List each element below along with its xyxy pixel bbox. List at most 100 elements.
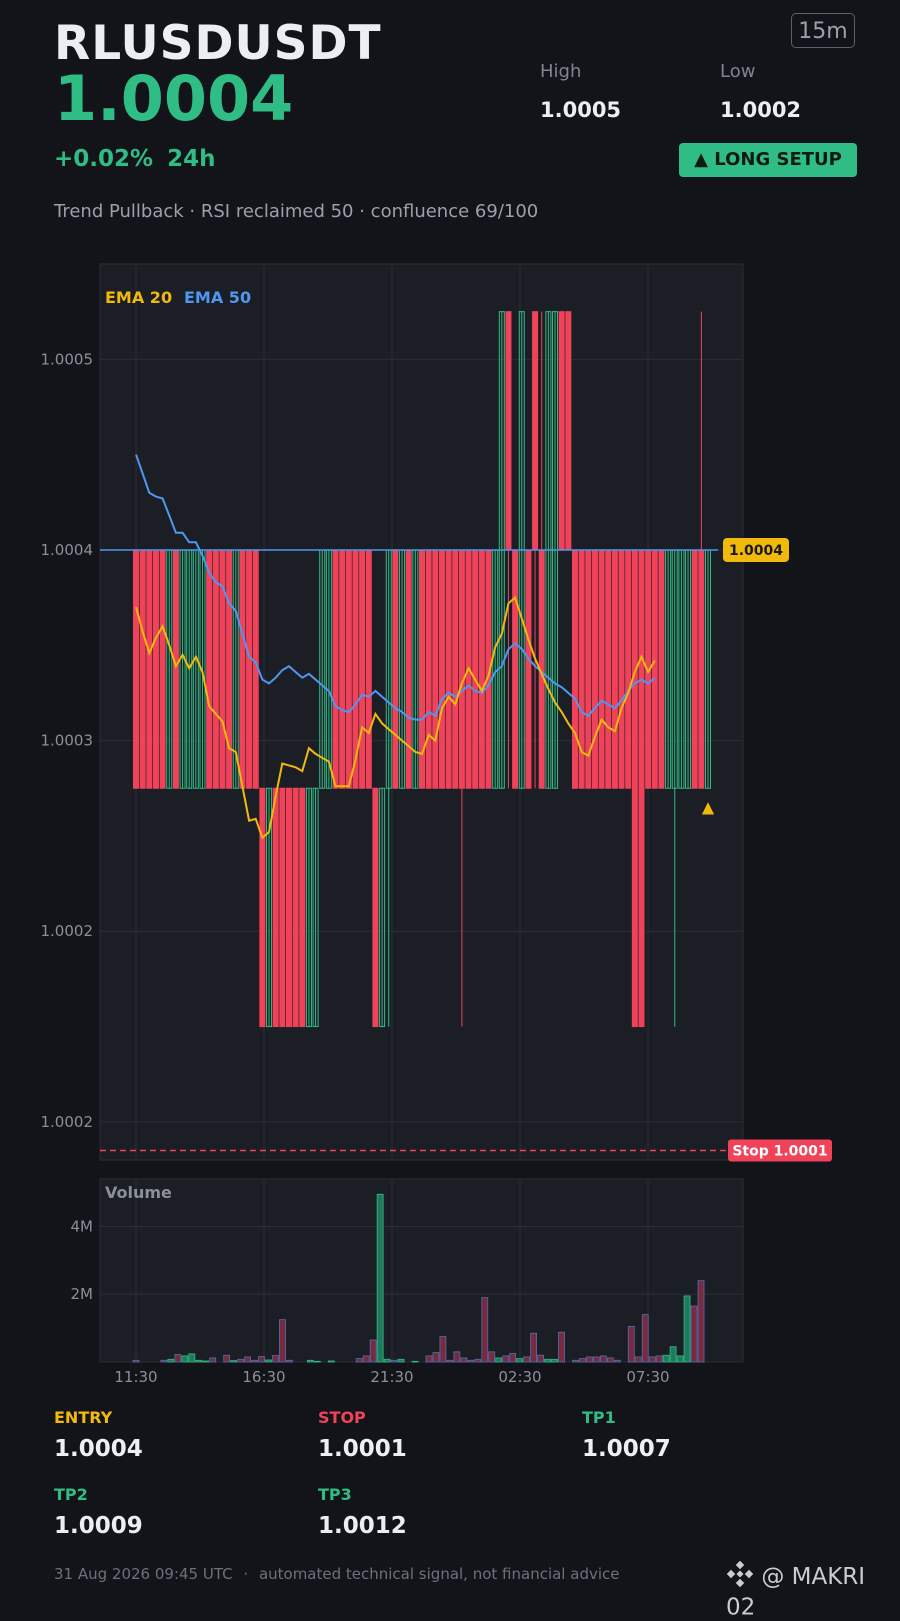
volume-bar [627,1326,635,1363]
footer-note: 31 Aug 2026 09:45 UTC · automated techni… [54,1565,619,1583]
volume-bar [460,1357,468,1363]
candle-down [246,549,253,789]
volume-bar [411,1360,419,1363]
volume-bar [613,1359,621,1363]
candle-down [631,549,638,1028]
volume-bar [188,1353,196,1363]
candle-down [472,549,479,789]
volume-bar [509,1353,517,1363]
volume-bar [397,1358,405,1363]
volume-bar [655,1355,663,1363]
volume-bar [690,1305,698,1363]
volume-bar [453,1351,461,1363]
volume-bar [376,1193,384,1363]
volume-bar [181,1355,189,1363]
volume-bar [209,1357,217,1363]
price-tick-label: 1.0003 [41,732,94,750]
volume-bar [369,1339,377,1363]
level-entry: ENTRY 1.0004 [54,1408,143,1462]
volume-bar [474,1358,482,1363]
candle-down [359,549,366,789]
footer-separator: · [243,1565,249,1583]
candle-down [565,311,572,551]
candle-down [598,549,605,789]
level-label: TP3 [318,1485,352,1504]
level-value: 1.0001 [318,1436,407,1462]
price-tick-label: 1.0002 [41,922,94,940]
level-value: 1.0004 [54,1436,143,1462]
candle-down [139,549,146,789]
volume-bar [481,1297,489,1363]
candle-down [292,787,299,1028]
candle-down [458,549,465,789]
volume-bar [502,1355,510,1363]
level-value: 1.0012 [318,1513,407,1539]
candle-down [571,549,578,789]
volume-bar [237,1358,245,1363]
brand-tag: @ MAKRI 02 [726,1560,900,1621]
level-label: TP2 [54,1485,88,1504]
volume-bar [648,1356,656,1363]
volume-bar [174,1354,182,1363]
volume-bar [572,1359,579,1363]
level-tp1: TP1 1.0007 [582,1408,671,1462]
candle-down [658,549,665,789]
candle-down [445,549,452,789]
candle-down [505,311,512,551]
time-tick-label: 21:30 [370,1368,413,1386]
volume-title: Volume [105,1183,172,1202]
candle-down [691,549,698,789]
price-tick-label: 1.0002 [41,1113,94,1131]
price-tick-label: 1.0005 [41,350,94,368]
volume-bar [537,1354,544,1363]
volume-bar [551,1358,558,1363]
volume-bar [439,1336,447,1363]
volume-bar [683,1295,691,1363]
candle-down [618,549,625,789]
volume-tick-label: 4M [71,1217,94,1235]
candle-down [425,549,432,789]
volume-bar [516,1358,524,1363]
volume-bar [244,1356,252,1363]
volume-bar [383,1358,391,1363]
volume-bar [599,1355,607,1363]
candle-down [512,549,519,789]
candle-down [332,549,339,789]
volume-bar [641,1314,649,1363]
level-tp2: TP2 1.0009 [54,1485,143,1539]
candle-down [299,787,306,1028]
volume-bar [676,1355,684,1363]
candle-down [212,549,219,789]
volume-bar [697,1280,705,1363]
level-tp3: TP3 1.0012 [318,1485,407,1539]
footer-disclaimer: automated technical signal, not financia… [258,1565,620,1583]
volume-bar [272,1355,279,1363]
volume-bar [251,1359,258,1363]
volume-bar [432,1352,440,1363]
candle-down [365,549,372,789]
stop-tag-text: Stop 1.0001 [732,1143,827,1159]
candle-down [206,549,213,789]
candle-down [159,549,166,789]
volume-bar [327,1360,335,1363]
level-label: TP1 [582,1408,616,1427]
candle-down [226,549,233,789]
volume-bar [662,1354,670,1363]
level-value: 1.0009 [54,1513,143,1539]
volume-bar [446,1359,454,1363]
candle-down [605,549,612,789]
volume-bar [167,1358,175,1363]
current-price-tag-text: 1.0004 [729,543,783,559]
legend-ema50: EMA 50 [184,288,251,307]
candle-down [285,787,292,1028]
candle-down [591,549,598,789]
candle-down [558,311,565,551]
volume-bar [495,1357,503,1363]
candle-down [172,549,179,789]
volume-bar [558,1331,565,1363]
volume-bar [160,1359,168,1363]
legend-ema20: EMA 20 [105,288,172,307]
volume-bar [390,1359,398,1363]
candle-down [339,549,346,789]
time-tick-label: 16:30 [242,1368,285,1386]
